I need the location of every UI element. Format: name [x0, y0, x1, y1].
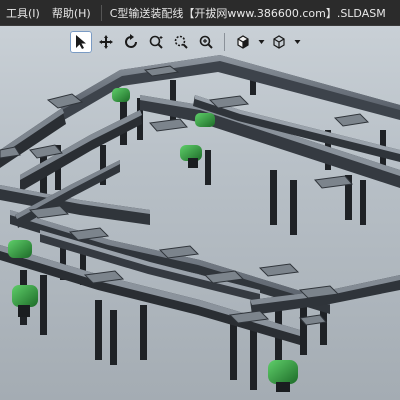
- conveyor-assembly-model: [0, 55, 400, 392]
- view-orientation-button[interactable]: [268, 31, 290, 53]
- chevron-down-icon: [294, 40, 300, 44]
- heads-up-view-toolbar: [70, 30, 301, 54]
- menu-help[interactable]: 帮助(H): [46, 5, 97, 21]
- cad-window: 工具(I) 帮助(H) C型输送装配线【开拔网www.386600.com】.S…: [0, 0, 400, 400]
- display-style-button[interactable]: [232, 31, 254, 53]
- menu-separator: [100, 4, 102, 21]
- select-arrow-icon: [76, 35, 86, 49]
- zoom-area-button[interactable]: [170, 31, 192, 53]
- display-style-dropdown[interactable]: [257, 31, 265, 53]
- graphics-viewport[interactable]: [0, 26, 400, 400]
- view-orientation-dropdown[interactable]: [293, 31, 301, 53]
- view-orientation-cube-icon: [273, 35, 285, 49]
- toolbar-divider: [224, 33, 225, 51]
- lower-conveyor-loop: [0, 160, 400, 392]
- zoom-to-fit-icon: [149, 35, 163, 49]
- zoom-to-fit-button[interactable]: [145, 31, 167, 53]
- rotate-tool-button[interactable]: [120, 31, 142, 53]
- display-style-icon: [237, 35, 249, 49]
- chevron-down-icon: [258, 40, 264, 44]
- rotate-icon: [125, 34, 137, 48]
- select-tool-button[interactable]: [70, 31, 92, 53]
- menu-tools[interactable]: 工具(I): [0, 5, 46, 21]
- pan-tool-button[interactable]: [95, 31, 117, 53]
- menu-bar: 工具(I) 帮助(H) C型输送装配线【开拔网www.386600.com】.S…: [0, 0, 400, 26]
- zoom-in-out-icon: [199, 35, 213, 49]
- document-title: C型输送装配线【开拔网www.386600.com】.SLDASM: [109, 6, 386, 20]
- zoom-area-icon: [174, 35, 188, 49]
- zoom-in-out-button[interactable]: [195, 31, 217, 53]
- pan-icon: [99, 35, 113, 49]
